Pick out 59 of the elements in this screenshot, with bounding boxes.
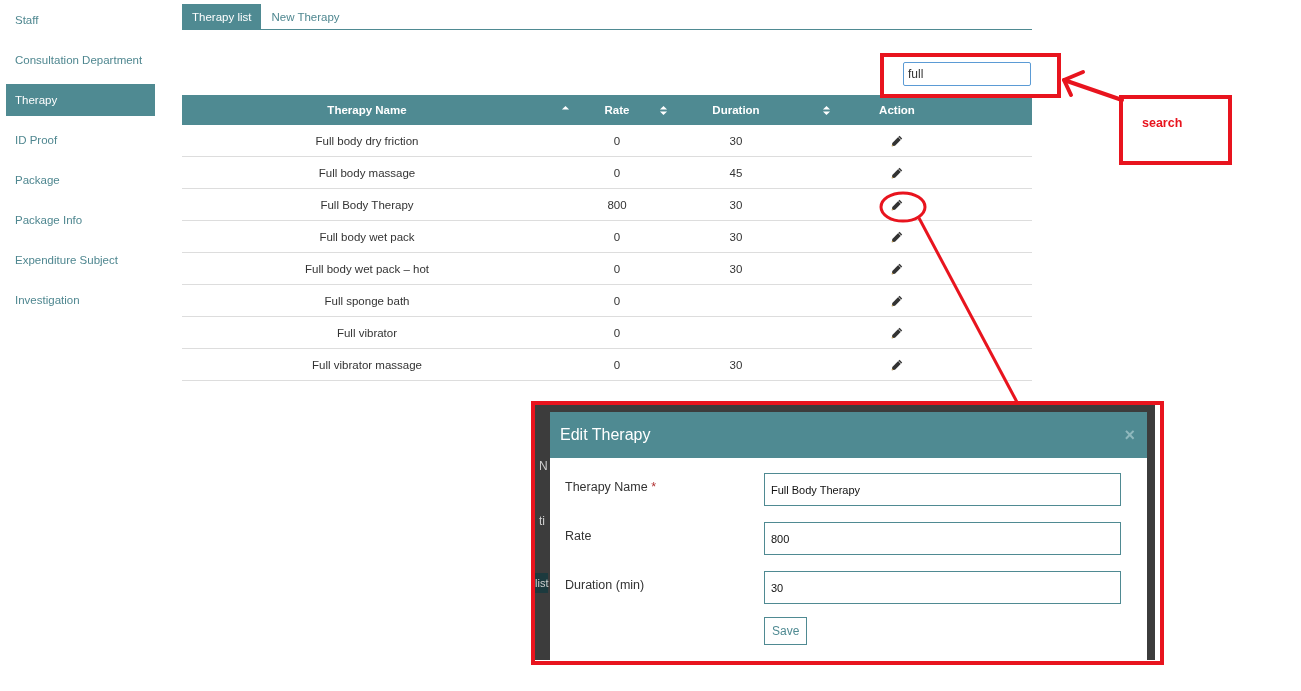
- search-field[interactable]: full: [903, 62, 1031, 86]
- input-field[interactable]: 800: [764, 522, 1121, 555]
- table-cell-text: 0: [612, 294, 622, 307]
- field-label: Therapy Name *: [565, 479, 658, 494]
- highlight-circle: [879, 191, 927, 223]
- table-cell-text: Full body wet pack: [318, 230, 416, 243]
- table-cell-text: 30: [728, 358, 744, 371]
- table-cell-text: Full body wet pack – hot: [304, 262, 430, 275]
- table-cell-text: Full vibrator massage: [311, 358, 423, 371]
- table-cell-text: Full vibrator: [335, 326, 399, 339]
- input-field[interactable]: Full Body Therapy: [764, 473, 1121, 506]
- table-cell-text: 0: [612, 326, 622, 339]
- table-cell-text: 800: [606, 198, 628, 211]
- edit-pencil-icon[interactable]: [891, 359, 903, 371]
- tab[interactable]: New Therapy: [261, 4, 350, 29]
- tab[interactable]: Therapy list: [182, 4, 262, 29]
- column-header[interactable]: Rate: [578, 95, 670, 125]
- sidebar-item[interactable]: Investigation: [6, 284, 155, 316]
- edit-pencil-icon[interactable]: [891, 199, 903, 211]
- sort-icon[interactable]: [658, 104, 668, 116]
- edit-pencil-icon[interactable]: [891, 295, 903, 307]
- table-cell-text: 0: [612, 166, 622, 179]
- table-cell-text: 45: [728, 166, 744, 179]
- input-field[interactable]: 30: [764, 571, 1121, 604]
- sidebar-item[interactable]: Consultation Department: [6, 44, 155, 76]
- sort-icon[interactable]: [821, 104, 831, 116]
- sidebar-item[interactable]: Package: [6, 164, 155, 196]
- column-header[interactable]: Duration: [670, 95, 850, 125]
- edit-pencil-icon[interactable]: [891, 263, 903, 275]
- save-button[interactable]: Save: [764, 617, 808, 645]
- table-cell-text: 30: [728, 230, 744, 243]
- table-cell-text: 0: [612, 358, 622, 371]
- hidden-text: ti: [539, 514, 545, 528]
- table-cell-text: Full body massage: [317, 166, 417, 179]
- table-cell-text: 30: [728, 198, 744, 211]
- table-cell-text: 0: [612, 262, 622, 275]
- table-cell-text: Full sponge bath: [323, 294, 411, 307]
- field-label: Duration (min): [565, 577, 646, 592]
- edit-pencil-icon[interactable]: [891, 231, 903, 243]
- sidebar-item[interactable]: Staff: [6, 4, 155, 36]
- table-cell-text: 30: [728, 134, 744, 147]
- table-cell-text: 30: [728, 262, 744, 275]
- table-cell-text: 0: [612, 134, 622, 147]
- table-cell-text: 0: [612, 230, 622, 243]
- table-cell-text: Full Body Therapy: [319, 198, 415, 211]
- column-header[interactable]: Action: [850, 95, 1032, 125]
- sidebar-item[interactable]: ID Proof: [6, 124, 155, 156]
- sidebar-item[interactable]: Therapy: [6, 84, 155, 116]
- sidebar-item[interactable]: Package Info: [6, 204, 155, 236]
- field-label: Rate: [565, 528, 593, 543]
- sidebar-item[interactable]: Expenditure Subject: [6, 244, 155, 276]
- column-header[interactable]: Therapy Name: [182, 95, 578, 125]
- annotation-label: search: [1142, 116, 1183, 130]
- edit-pencil-icon[interactable]: [891, 167, 903, 179]
- dialog-title: Edit Therapy: [560, 426, 651, 444]
- hidden-text: N: [539, 459, 548, 473]
- edit-pencil-icon[interactable]: [891, 135, 903, 147]
- edit-pencil-icon[interactable]: [891, 327, 903, 339]
- table-cell-text: Full body dry friction: [314, 134, 420, 147]
